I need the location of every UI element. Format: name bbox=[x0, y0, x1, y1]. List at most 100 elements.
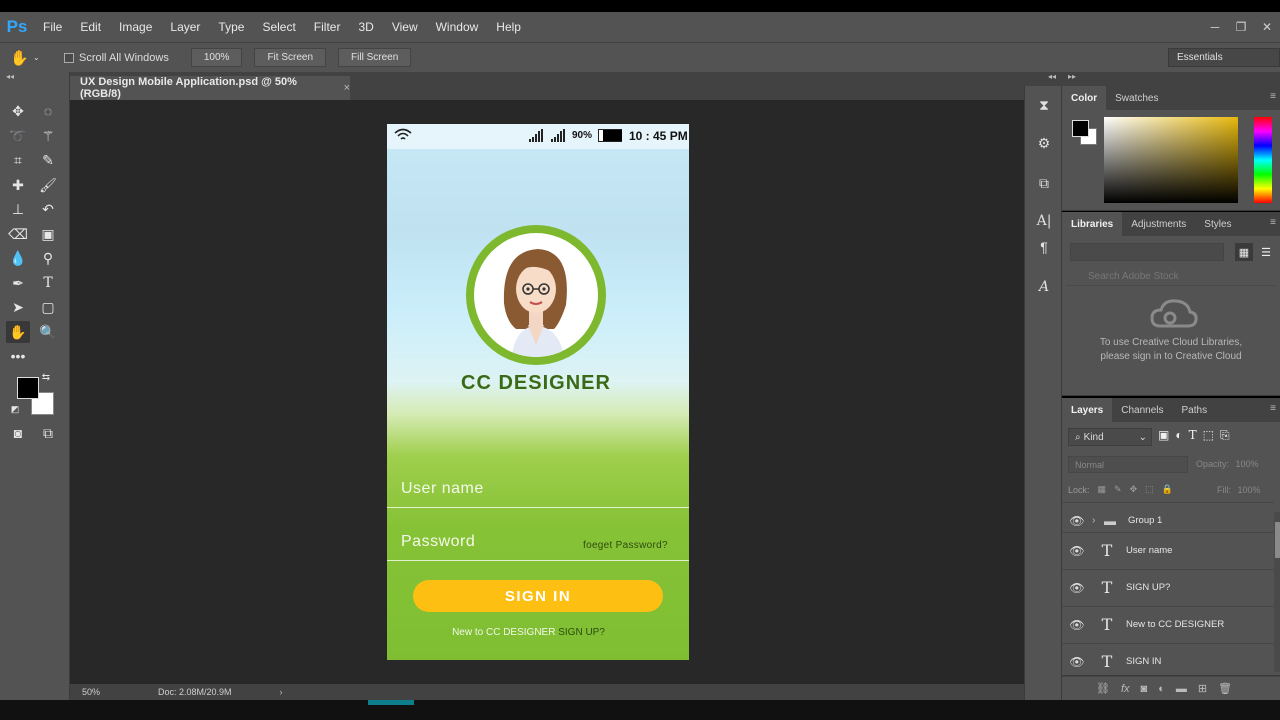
tab-channels[interactable]: Channels bbox=[1112, 398, 1172, 422]
forgot-password-link[interactable]: foeget Password? bbox=[583, 540, 668, 551]
eraser-tool-icon[interactable]: ⌫ bbox=[6, 223, 30, 245]
lock-artboard-icon[interactable]: ⬚ bbox=[1145, 484, 1154, 495]
lock-all-icon[interactable]: 🔒 bbox=[1162, 484, 1173, 495]
visibility-eye-icon[interactable]: 👁 bbox=[1062, 544, 1092, 558]
delete-layer-icon[interactable]: 🗑 bbox=[1218, 682, 1232, 695]
zoom-100-button[interactable]: 100% bbox=[190, 48, 243, 67]
type-filter-icon[interactable]: T bbox=[1189, 428, 1197, 443]
more-tools-icon[interactable]: ••• bbox=[6, 345, 30, 367]
menu-view[interactable]: View bbox=[383, 12, 427, 42]
mobile-artboard[interactable]: 90% 10 : 45 PM CC DESIGNER User name Pas… bbox=[387, 124, 689, 660]
menu-layer[interactable]: Layer bbox=[161, 12, 209, 42]
history-brush-tool-icon[interactable]: ↶ bbox=[36, 198, 60, 220]
collapse-icon[interactable]: ◂◂ bbox=[0, 72, 69, 84]
quick-mask-icon[interactable]: ◙ bbox=[6, 422, 30, 444]
tab-adjustments[interactable]: Adjustments bbox=[1122, 212, 1195, 236]
opacity-value[interactable]: 100% bbox=[1236, 459, 1259, 469]
scroll-all-windows-checkbox[interactable]: Scroll All Windows bbox=[64, 52, 169, 64]
sign-in-button[interactable]: SIGN IN bbox=[413, 580, 663, 612]
username-field[interactable]: User name bbox=[401, 480, 484, 498]
visibility-eye-icon[interactable]: 👁 bbox=[1062, 581, 1092, 595]
menu-type[interactable]: Type bbox=[209, 12, 253, 42]
layer-row[interactable]: 👁 T SIGN IN bbox=[1062, 643, 1274, 679]
eyedropper-tool-icon[interactable]: ✎ bbox=[36, 149, 60, 171]
password-field[interactable]: Password bbox=[401, 533, 475, 551]
menu-help[interactable]: Help bbox=[487, 12, 530, 42]
path-selection-tool-icon[interactable]: ➤ bbox=[6, 296, 30, 318]
document-tab[interactable]: UX Design Mobile Application.psd @ 50% (… bbox=[70, 76, 350, 100]
add-mask-icon[interactable]: ◙ bbox=[1141, 683, 1148, 695]
properties-panel-icon[interactable]: ⚙ bbox=[1033, 132, 1055, 154]
history-panel-icon[interactable]: ⧗ bbox=[1033, 94, 1055, 116]
layer-row[interactable]: 👁 T User name bbox=[1062, 532, 1274, 568]
lock-pixels-icon[interactable]: ✎ bbox=[1114, 484, 1122, 495]
adjustment-filter-icon[interactable]: ◐ bbox=[1175, 428, 1182, 443]
smart-object-filter-icon[interactable]: ⎘ bbox=[1220, 428, 1230, 443]
grid-view-icon[interactable]: ▦ bbox=[1235, 243, 1253, 261]
lock-transparent-icon[interactable]: ▦ bbox=[1098, 484, 1107, 495]
fill-screen-button[interactable]: Fill Screen bbox=[338, 48, 412, 67]
panel-menu-icon[interactable]: ≡ bbox=[1270, 217, 1276, 228]
tab-libraries[interactable]: Libraries bbox=[1062, 212, 1123, 236]
status-zoom[interactable]: 50% bbox=[70, 687, 114, 697]
glyphs-panel-icon[interactable]: A bbox=[1033, 276, 1055, 298]
layers-scrollbar-thumb[interactable] bbox=[1275, 522, 1280, 558]
hand-tool-icon[interactable]: ✋ bbox=[6, 321, 30, 343]
visibility-eye-icon[interactable]: 👁 bbox=[1062, 655, 1092, 669]
character-panel-icon[interactable]: A| bbox=[1033, 210, 1055, 232]
opacity-control[interactable]: Opacity: 100% bbox=[1196, 459, 1259, 469]
lock-position-icon[interactable]: ✥ bbox=[1130, 484, 1138, 495]
menu-window[interactable]: Window bbox=[427, 12, 488, 42]
saturation-brightness-field[interactable] bbox=[1104, 117, 1238, 203]
fill-value[interactable]: 100% bbox=[1238, 485, 1261, 495]
crop-tool-icon[interactable]: ⌗ bbox=[6, 149, 30, 171]
close-tab-icon[interactable]: × bbox=[344, 82, 350, 94]
layer-kind-filter[interactable]: ⌕ Kind ⌄ bbox=[1068, 428, 1152, 446]
tab-swatches[interactable]: Swatches bbox=[1106, 86, 1167, 110]
fit-screen-button[interactable]: Fit Screen bbox=[254, 48, 327, 67]
list-view-icon[interactable]: ☰ bbox=[1257, 243, 1275, 261]
menu-3d[interactable]: 3D bbox=[349, 12, 382, 42]
magic-wand-tool-icon[interactable]: ⚚ bbox=[36, 125, 60, 147]
sign-up-link[interactable]: SIGN UP? bbox=[558, 627, 605, 638]
visibility-eye-icon[interactable]: 👁 bbox=[1062, 618, 1092, 632]
lasso-tool-icon[interactable]: ➰ bbox=[6, 125, 30, 147]
panel-menu-icon[interactable]: ≡ bbox=[1270, 403, 1276, 414]
paragraph-panel-icon[interactable]: ¶ bbox=[1033, 236, 1055, 258]
close-button[interactable]: ✕ bbox=[1254, 20, 1280, 34]
shape-filter-icon[interactable]: ⬚ bbox=[1203, 428, 1214, 443]
hue-slider[interactable] bbox=[1254, 117, 1272, 203]
pen-tool-icon[interactable]: ✒ bbox=[6, 272, 30, 294]
rectangle-tool-icon[interactable]: ▢ bbox=[36, 296, 60, 318]
gradient-tool-icon[interactable]: ▣ bbox=[36, 223, 60, 245]
tab-paths[interactable]: Paths bbox=[1173, 398, 1217, 422]
menu-file[interactable]: File bbox=[34, 12, 71, 42]
menu-filter[interactable]: Filter bbox=[305, 12, 350, 42]
collapse-icons-icon[interactable]: ◂◂ bbox=[1024, 72, 1062, 86]
layer-style-icon[interactable]: fx bbox=[1121, 683, 1130, 695]
new-group-icon[interactable]: ▬ bbox=[1176, 683, 1187, 695]
status-menu-arrow-icon[interactable]: › bbox=[280, 687, 283, 697]
link-layers-icon[interactable]: ⛓ bbox=[1096, 682, 1110, 695]
default-colors-icon[interactable]: ◩ bbox=[8, 402, 22, 416]
library-select[interactable] bbox=[1070, 243, 1224, 261]
brush-tool-icon[interactable]: 🖌 bbox=[36, 174, 60, 196]
clone-stamp-tool-icon[interactable]: ⊥ bbox=[6, 198, 30, 220]
screen-mode-icon[interactable]: ⧉ bbox=[36, 422, 60, 444]
move-tool-icon[interactable]: ✥ bbox=[6, 100, 30, 122]
type-tool-icon[interactable]: T bbox=[36, 272, 60, 294]
foreground-color-swatch[interactable] bbox=[17, 377, 39, 399]
restore-button[interactable]: ❐ bbox=[1228, 20, 1254, 34]
layer-row[interactable]: 👁 T New to CC DESIGNER bbox=[1062, 606, 1274, 642]
panel-foreground-swatch[interactable] bbox=[1072, 120, 1089, 137]
fill-control[interactable]: Fill: 100% bbox=[1217, 485, 1261, 495]
pixel-filter-icon[interactable]: ▣ bbox=[1158, 428, 1169, 443]
tab-color[interactable]: Color bbox=[1062, 86, 1107, 110]
brush-settings-panel-icon[interactable]: ⧉ bbox=[1033, 172, 1055, 194]
workspace-select[interactable]: Essentials bbox=[1168, 48, 1280, 67]
blend-mode-select[interactable]: Normal bbox=[1068, 456, 1188, 473]
menu-image[interactable]: Image bbox=[110, 12, 161, 42]
adjustment-layer-icon[interactable]: ◐ bbox=[1158, 683, 1165, 695]
expand-arrow-icon[interactable]: › bbox=[1092, 515, 1104, 526]
layer-row[interactable]: 👁 T SIGN UP? bbox=[1062, 569, 1274, 605]
